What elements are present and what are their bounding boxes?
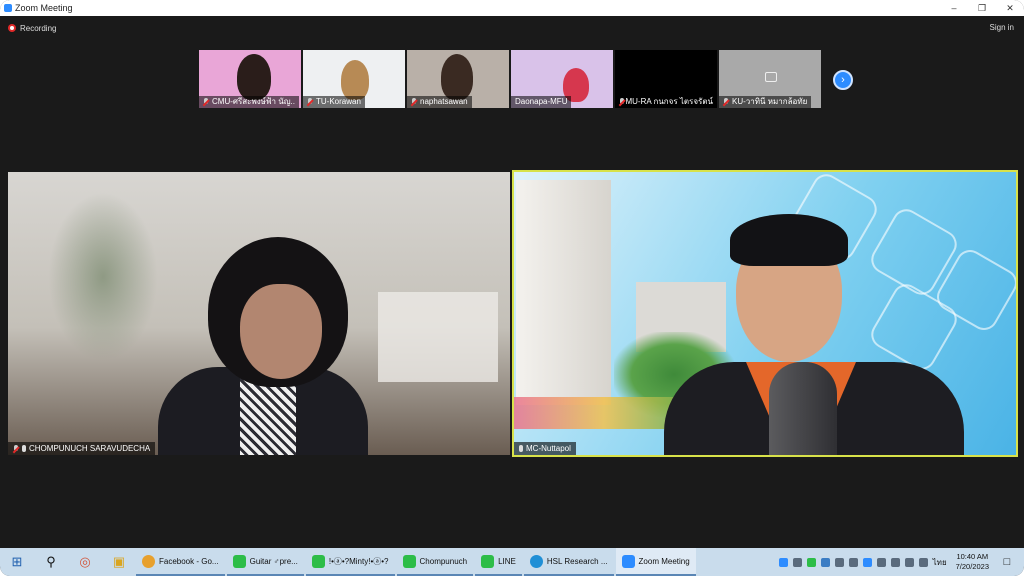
recording-icon: [8, 24, 16, 32]
onedrive-tray-icon[interactable]: [820, 557, 830, 567]
participant-name-label: KU-วาทินี หมากล้อทัย: [719, 96, 812, 108]
speaker-tray-icon[interactable]: [904, 557, 914, 567]
mic-muted-icon: [411, 98, 417, 106]
windows-start-icon[interactable]: ⊞: [6, 551, 28, 573]
taskbar-app-facebook[interactable]: Facebook - Go...: [136, 548, 225, 576]
bluetooth-tray-icon[interactable]: [834, 557, 844, 567]
recording-status[interactable]: Recording: [20, 24, 56, 33]
line-tray-icon[interactable]: [806, 557, 816, 567]
mic-muted-icon: [619, 98, 625, 106]
video-tile-mc-nuttapol[interactable]: MC-Nuttapol: [512, 170, 1018, 457]
background-building: [516, 180, 611, 405]
chrome-icon: [142, 554, 155, 568]
participant-name-label: MU-RA กนกจร ไตรจรัตน์: [615, 96, 717, 108]
file-explorer-icon[interactable]: ▣: [108, 551, 130, 573]
mic-muted-icon: [13, 444, 19, 453]
microphone: [769, 362, 837, 455]
participant-name-label: naphatsawan: [407, 96, 472, 108]
participant-thumbnail[interactable]: MU-RA กนกจร ไตรจรัตน์: [615, 50, 717, 108]
edge-icon: [529, 554, 543, 568]
avatar-placeholder-icon: [765, 72, 777, 82]
line-icon: [402, 554, 416, 568]
participant-video: [341, 60, 369, 100]
taskbar-app-line-chompunuch[interactable]: Chompunuch: [396, 548, 474, 576]
zoom-icon: [621, 554, 635, 568]
search-icon[interactable]: ⚲: [40, 551, 62, 573]
clock-time: 10:40 AM: [956, 552, 989, 561]
participant-strip: CMU-ศรีสะพงษ์ฟ้า นัญ.. TU-Korawan naphat…: [199, 50, 821, 108]
app-tray-icon[interactable]: [862, 557, 872, 567]
participant-hair: [730, 214, 848, 266]
line-icon: [311, 554, 325, 568]
mic-icon: [22, 445, 26, 452]
battery-tray-icon[interactable]: [876, 557, 886, 567]
participant-thumbnail[interactable]: Daonapa-MFU: [511, 50, 613, 108]
participant-name-label: CMU-ศรีสะพงษ์ฟ้า นัญ..: [199, 96, 299, 108]
window-title: Zoom Meeting: [15, 3, 73, 13]
taskbar-app-line[interactable]: LINE: [475, 548, 522, 576]
notification-icon[interactable]: □: [996, 551, 1018, 573]
participant-thumbnail[interactable]: TU-Korawan: [303, 50, 405, 108]
line-icon: [232, 554, 246, 568]
maximize-icon[interactable]: ❐: [968, 0, 996, 16]
participant-name-label: TU-Korawan: [303, 96, 365, 108]
line-icon: [481, 554, 495, 568]
taskbar-app-line-minty[interactable]: !•ⓐ•?Minty!•ⓐ•?: [305, 548, 395, 576]
chevron-right-icon: ›: [841, 74, 845, 86]
clock-date: 7/20/2023: [955, 562, 989, 571]
clock[interactable]: 10:40 AM 7/20/2023: [956, 552, 989, 572]
zoom-app-window: Zoom Meeting – ❐ ✕ Recording Sign in CMU…: [0, 0, 1024, 576]
next-page-button[interactable]: ›: [833, 70, 853, 90]
close-icon[interactable]: ✕: [996, 0, 1024, 16]
mic-muted-icon: [723, 98, 729, 106]
mic-icon: [519, 445, 523, 452]
participant-name-label: CHOMPUNUCH SARAVUDECHA: [8, 442, 156, 455]
taskbar-app-zoom[interactable]: Zoom Meeting: [615, 548, 696, 576]
sign-in-link[interactable]: Sign in: [990, 23, 1014, 32]
zoom-logo-icon: [4, 4, 12, 12]
participant-thumbnail[interactable]: naphatsawan: [407, 50, 509, 108]
participant-video: [237, 54, 271, 100]
participant-name-label: Daonapa-MFU: [511, 96, 572, 108]
security-tray-icon[interactable]: [848, 557, 858, 567]
network-tray-icon[interactable]: [890, 557, 900, 567]
input-language[interactable]: ไทย: [933, 556, 947, 569]
wifi-tray-icon[interactable]: [918, 557, 928, 567]
video-tile-chompunuch[interactable]: CHOMPUNUCH SARAVUDECHA: [8, 172, 510, 455]
mic-muted-icon: [307, 98, 313, 106]
background-window: [378, 292, 498, 382]
task-view-icon[interactable]: ◎: [74, 551, 96, 573]
participant-name-label: MC-Nuttapol: [514, 442, 576, 455]
background-plant: [48, 192, 158, 362]
meeting-top-bar: Recording Sign in: [0, 16, 1024, 40]
zoom-tray-icon[interactable]: [778, 557, 788, 567]
participant-thumbnail[interactable]: KU-วาทินี หมากล้อทัย: [719, 50, 821, 108]
participant-thumbnail[interactable]: CMU-ศรีสะพงษ์ฟ้า นัญ..: [199, 50, 301, 108]
camera-tray-icon[interactable]: [792, 557, 802, 567]
title-bar: Zoom Meeting – ❐ ✕: [0, 0, 1024, 16]
taskbar-app-line-guitar[interactable]: Guitar ♂pre...: [226, 548, 304, 576]
participant-face: [240, 284, 322, 379]
windows-taskbar: ⊞ ⚲ ◎ ▣ Facebook - Go... Guitar ♂pre... …: [0, 548, 1024, 576]
minimize-icon[interactable]: –: [940, 0, 968, 16]
participant-video: [441, 54, 473, 100]
mic-muted-icon: [203, 98, 209, 106]
system-tray: ไทย 10:40 AM 7/20/2023 □: [778, 548, 1020, 576]
taskbar-app-edge-hsl[interactable]: HSL Research ...: [523, 548, 614, 576]
